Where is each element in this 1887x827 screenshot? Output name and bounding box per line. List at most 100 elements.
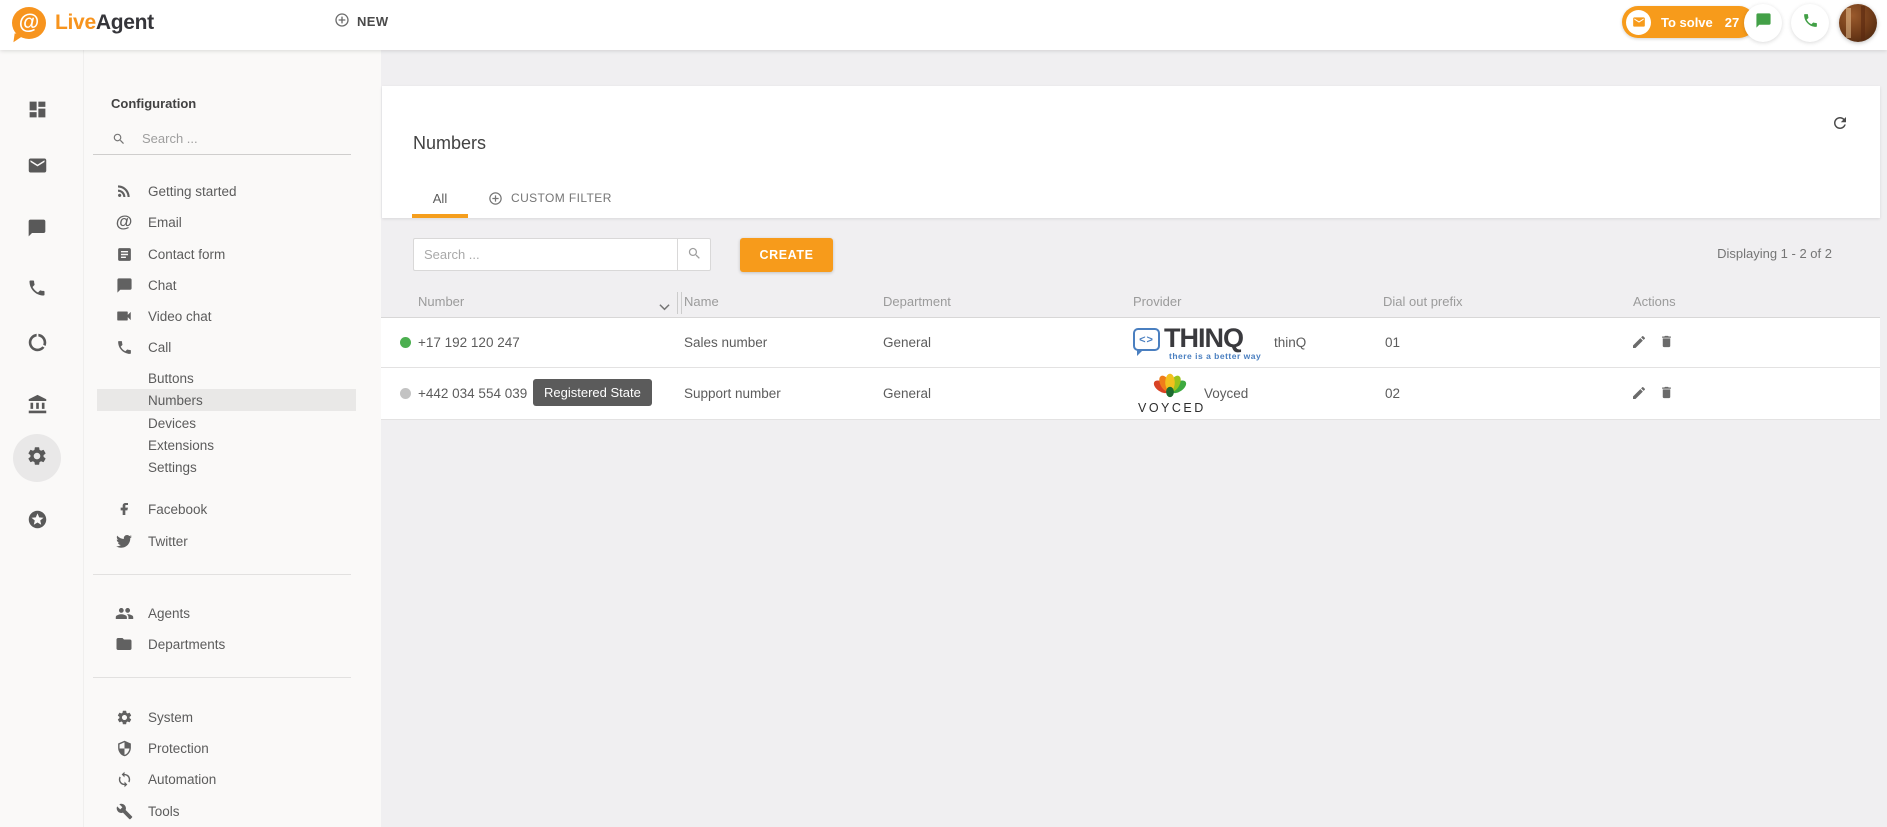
start-chat-button[interactable]	[1744, 4, 1782, 42]
column-header-provider[interactable]: Provider	[1133, 294, 1181, 309]
page-header-card: Numbers All CUSTOM FILTER	[382, 86, 1880, 218]
sidebar-title: Configuration	[111, 96, 196, 111]
user-avatar[interactable]	[1839, 4, 1877, 42]
pencil-icon	[1631, 334, 1647, 353]
add-circle-icon	[334, 12, 350, 31]
envelope-icon	[1626, 10, 1651, 35]
chat-icon	[27, 218, 47, 243]
settings-gear-icon	[26, 445, 48, 472]
table-search-input[interactable]	[413, 238, 677, 271]
rail-company-button[interactable]	[13, 383, 61, 431]
agents-icon	[114, 604, 134, 623]
sidebar-item-protection[interactable]: Protection	[84, 733, 381, 763]
table-search-button[interactable]	[677, 238, 711, 271]
to-solve-button[interactable]: To solve 27	[1622, 6, 1755, 38]
sidebar-divider	[93, 677, 351, 678]
phone-icon	[114, 339, 134, 356]
sidebar-item-email[interactable]: @ Email	[84, 207, 381, 237]
gear-icon	[114, 709, 134, 726]
logo-bubble-icon: @	[12, 7, 46, 39]
search-underline	[93, 154, 351, 155]
rail-star-button[interactable]	[13, 498, 61, 546]
dial-out-prefix-cell: 02	[1385, 386, 1400, 401]
search-icon	[687, 246, 702, 264]
table-row[interactable]: +442 034 554 039 Registered State Suppor…	[381, 368, 1880, 420]
rail-configuration-button[interactable]	[13, 434, 61, 482]
delete-button[interactable]	[1656, 384, 1676, 404]
department-cell: General	[883, 386, 931, 401]
rail-dashboard-button[interactable]	[13, 88, 61, 136]
data-ring-icon	[27, 332, 48, 358]
tab-all[interactable]: All	[412, 178, 468, 218]
voyced-flower-icon	[1150, 372, 1190, 398]
registered-state-badge: Registered State	[533, 379, 652, 406]
sidebar-item-label: Twitter	[148, 534, 188, 549]
provider-cell: thinQ	[1274, 335, 1306, 350]
phone-icon	[1802, 12, 1819, 34]
sidebar-item-tools[interactable]: Tools	[84, 796, 381, 826]
sidebar-item-agents[interactable]: Agents	[84, 598, 381, 628]
sidebar-search-input[interactable]	[142, 125, 342, 151]
sidebar-item-chat[interactable]: Chat	[84, 270, 381, 300]
rail-chat-button[interactable]	[13, 206, 61, 254]
pencil-icon	[1631, 385, 1647, 404]
displaying-count: Displaying 1 - 2 of 2	[1717, 246, 1832, 261]
sidebar-item-automation[interactable]: Automation	[84, 764, 381, 794]
sidebar-item-facebook[interactable]: Facebook	[84, 494, 381, 524]
voyced-logo: VOYCED	[1138, 372, 1202, 415]
new-button[interactable]: NEW	[334, 12, 389, 31]
number-cell: +17 192 120 247	[418, 335, 520, 350]
table-header: Number Name Department Provider Dial out…	[381, 290, 1880, 318]
sidebar-item-twitter[interactable]: Twitter	[84, 526, 381, 556]
column-header-name[interactable]: Name	[684, 294, 719, 309]
column-header-actions[interactable]: Actions	[1633, 294, 1676, 309]
sidebar-item-label: System	[148, 710, 193, 725]
sidebar-item-label: Automation	[148, 772, 216, 787]
table-row[interactable]: +17 192 120 247 Sales number General <> …	[381, 318, 1880, 368]
create-button[interactable]: CREATE	[740, 238, 833, 272]
liveagent-logo[interactable]: @ LiveAgent	[12, 7, 154, 39]
column-divider[interactable]	[681, 292, 682, 314]
configuration-sidebar: Configuration Getting started @ Email Co…	[83, 50, 381, 827]
sidebar-item-contact-form[interactable]: Contact form	[84, 239, 381, 269]
edit-button[interactable]	[1629, 384, 1649, 404]
delete-button[interactable]	[1656, 333, 1676, 353]
edit-button[interactable]	[1629, 333, 1649, 353]
sidebar-item-departments[interactable]: Departments	[84, 629, 381, 659]
twitter-icon	[114, 532, 134, 550]
rail-time-button[interactable]	[13, 321, 61, 369]
email-icon	[27, 155, 48, 181]
sidebar-subitem-settings[interactable]: Settings	[97, 456, 356, 478]
sidebar-item-getting-started[interactable]: Getting started	[84, 176, 381, 206]
trash-icon	[1659, 334, 1674, 352]
sort-chevron-icon[interactable]	[659, 298, 670, 316]
sidebar-item-call[interactable]: Call	[84, 332, 381, 362]
start-call-button[interactable]	[1791, 4, 1829, 42]
bank-icon	[27, 394, 48, 420]
rail-email-button[interactable]	[13, 144, 61, 192]
shield-icon	[114, 740, 134, 757]
column-header-number[interactable]: Number	[418, 294, 464, 309]
column-header-department[interactable]: Department	[883, 294, 951, 309]
logo-at-glyph: @	[19, 11, 39, 35]
facebook-icon	[114, 501, 134, 517]
sidebar-item-system[interactable]: System	[84, 702, 381, 732]
status-dot-online	[400, 337, 411, 348]
dial-out-prefix-cell: 01	[1385, 335, 1400, 350]
sidebar-subitem-buttons[interactable]: Buttons	[97, 367, 356, 389]
column-divider[interactable]	[677, 292, 678, 314]
sidebar-subitem-extensions[interactable]: Extensions	[97, 434, 356, 456]
star-circle-icon	[27, 509, 48, 535]
number-cell: +442 034 554 039	[418, 386, 527, 401]
sidebar-subitem-devices[interactable]: Devices	[97, 412, 356, 434]
refresh-button[interactable]	[1831, 114, 1849, 137]
sidebar-item-label: Facebook	[148, 502, 207, 517]
sidebar-subitem-numbers[interactable]: Numbers	[97, 389, 356, 411]
tab-custom-filter[interactable]: CUSTOM FILTER	[488, 178, 612, 218]
search-icon	[112, 132, 126, 151]
rail-call-button[interactable]	[13, 266, 61, 314]
refresh-icon	[1831, 119, 1849, 136]
column-header-dial-out-prefix[interactable]: Dial out prefix	[1383, 294, 1462, 309]
sidebar-item-video-chat[interactable]: Video chat	[84, 301, 381, 331]
at-icon: @	[114, 212, 134, 232]
